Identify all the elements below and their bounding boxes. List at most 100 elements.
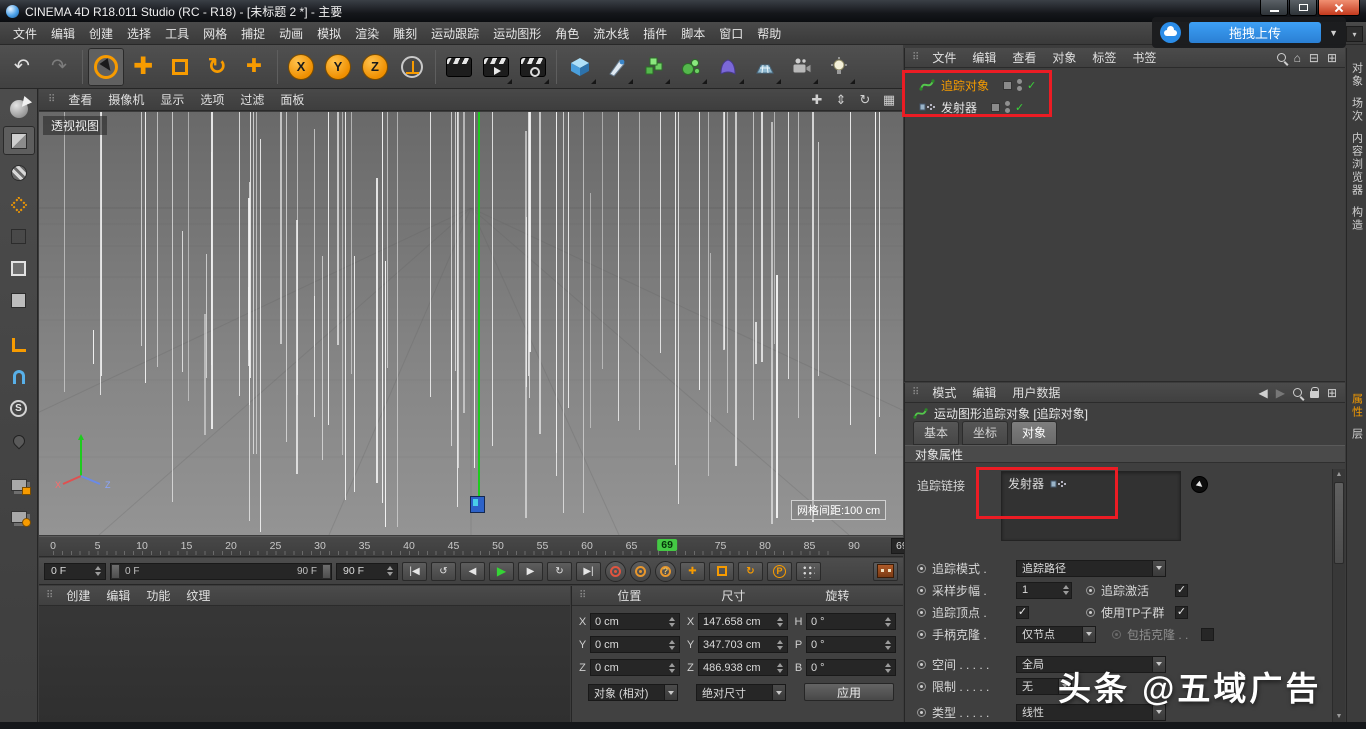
- trace-link-box[interactable]: 发射器: [1001, 471, 1181, 541]
- tab-basic[interactable]: 基本: [913, 421, 959, 445]
- texture-mode-button[interactable]: [3, 158, 35, 187]
- play-button[interactable]: ▶: [489, 562, 514, 581]
- rotation-h-field[interactable]: 0 °: [806, 613, 896, 630]
- undo-button[interactable]: ↶: [4, 48, 40, 86]
- timeline-tick[interactable]: 40: [403, 540, 415, 552]
- toggle-view-icon[interactable]: ▦: [881, 92, 897, 108]
- position-x-field[interactable]: 0 cm: [590, 613, 680, 630]
- trace-active-checkbox[interactable]: [1175, 584, 1188, 597]
- material-menu-item[interactable]: 纹理: [178, 586, 218, 605]
- render-picture-viewer-button[interactable]: [478, 48, 514, 86]
- handle-clone-dropdown[interactable]: 仅节点: [1016, 626, 1096, 643]
- timeline-current-frame-marker[interactable]: 69: [657, 539, 677, 551]
- keyframe-dot-icon[interactable]: [917, 608, 926, 617]
- dropdown-arrow-icon[interactable]: [772, 685, 785, 700]
- collapse-all-icon[interactable]: ⊟: [1309, 51, 1319, 65]
- goto-start-button[interactable]: |◀: [402, 562, 427, 581]
- menu-item[interactable]: 插件: [636, 22, 674, 45]
- object-name[interactable]: 追踪对象: [941, 77, 989, 94]
- viewport-menu-item[interactable]: 选项: [192, 89, 232, 110]
- viewport-menu-item[interactable]: 查看: [60, 89, 100, 110]
- timeline-tick[interactable]: 85: [804, 540, 816, 552]
- apply-button[interactable]: 应用: [804, 683, 894, 701]
- menu-item[interactable]: 创建: [82, 22, 120, 45]
- keyframe-dot-icon[interactable]: [917, 564, 926, 573]
- visibility-dots-icon[interactable]: [1017, 79, 1022, 91]
- layout-preset-dropdown[interactable]: ▾: [1346, 26, 1363, 42]
- grip-icon[interactable]: ⠿: [912, 387, 919, 398]
- keyframe-dot-icon[interactable]: [917, 630, 926, 639]
- object-row-tracer[interactable]: 追踪对象: [905, 74, 1345, 96]
- timeline-tick[interactable]: 80: [759, 540, 771, 552]
- next-frame-button[interactable]: ▶: [518, 562, 543, 581]
- timeline-tick[interactable]: 55: [537, 540, 549, 552]
- keyframe-dot-icon[interactable]: [917, 660, 926, 669]
- trace-mode-dropdown[interactable]: 追踪路径: [1016, 560, 1166, 577]
- mograph-cloner-button[interactable]: [636, 48, 672, 86]
- camera-button[interactable]: [784, 48, 820, 86]
- chevron-down-icon[interactable]: ▼: [1329, 28, 1338, 38]
- menu-item[interactable]: 脚本: [674, 22, 712, 45]
- menu-item[interactable]: 窗口: [712, 22, 750, 45]
- timeline-tick[interactable]: 10: [136, 540, 148, 552]
- spinner-icon[interactable]: [775, 663, 785, 673]
- tab-coordinates[interactable]: 坐标: [962, 421, 1008, 445]
- spinner-icon[interactable]: [667, 617, 677, 627]
- history-forward-icon[interactable]: ▶: [1276, 386, 1285, 400]
- size-y-field[interactable]: 347.703 cm: [698, 636, 788, 653]
- timeline-tick[interactable]: 50: [492, 540, 504, 552]
- object-row-emitter[interactable]: 发射器: [905, 96, 1345, 118]
- spinner-icon[interactable]: [775, 640, 785, 650]
- position-y-field[interactable]: 0 cm: [590, 636, 680, 653]
- prev-frame-button[interactable]: ◀: [460, 562, 485, 581]
- add-cube-button[interactable]: [562, 48, 598, 86]
- view-label[interactable]: 透视视图: [43, 116, 107, 135]
- spinner-icon[interactable]: [883, 617, 893, 627]
- keyframe-selection-panel-button[interactable]: [873, 562, 898, 581]
- timeline-tick[interactable]: 35: [359, 540, 371, 552]
- make-editable-button[interactable]: [3, 94, 35, 123]
- material-list[interactable]: [39, 606, 570, 721]
- menu-item[interactable]: 角色: [548, 22, 586, 45]
- paint-mode-button[interactable]: [3, 426, 35, 455]
- object-manager-menu-item[interactable]: 文件: [924, 48, 964, 67]
- autokey-button[interactable]: [630, 561, 651, 582]
- layer-chip-icon[interactable]: [1003, 81, 1012, 90]
- redo-button[interactable]: ↷: [41, 48, 77, 86]
- mograph-effector-button[interactable]: [673, 48, 709, 86]
- viewport-solo-button[interactable]: [3, 502, 35, 531]
- side-tab[interactable]: 场次: [1349, 97, 1365, 123]
- spinner-icon[interactable]: [667, 663, 677, 673]
- range-end-grip[interactable]: [322, 564, 331, 579]
- z-axis-lock-button[interactable]: Z: [357, 48, 393, 86]
- polygons-mode-button[interactable]: [3, 286, 35, 315]
- transform-mode-dropdown[interactable]: 对象 (相对): [588, 684, 678, 701]
- viewport-menu-item[interactable]: 显示: [152, 89, 192, 110]
- record-rotation-button[interactable]: ↻: [738, 562, 763, 581]
- side-tab-attributes[interactable]: 属性: [1349, 393, 1365, 419]
- scroll-up-icon[interactable]: ▲: [1333, 469, 1345, 480]
- enable-axis-button[interactable]: [3, 330, 35, 359]
- new-panel-icon[interactable]: ⊞: [1327, 386, 1337, 400]
- record-scale-button[interactable]: [709, 562, 734, 581]
- timeline-tick[interactable]: 90: [848, 540, 860, 552]
- enabled-check-icon[interactable]: [1015, 101, 1024, 114]
- viewport-menu-item[interactable]: 摄像机: [100, 89, 152, 110]
- home-icon[interactable]: ⌂: [1294, 51, 1301, 65]
- object-manager-menu-item[interactable]: 编辑: [964, 48, 1004, 67]
- scroll-down-icon[interactable]: ▼: [1333, 711, 1345, 722]
- keyframe-dot-icon[interactable]: [1086, 608, 1095, 617]
- material-menu-item[interactable]: 编辑: [98, 586, 138, 605]
- sample-step-field[interactable]: 1: [1016, 582, 1072, 599]
- timeline-tick[interactable]: 45: [448, 540, 460, 552]
- timeline-tick[interactable]: 30: [314, 540, 326, 552]
- expand-all-icon[interactable]: ⊞: [1327, 51, 1337, 65]
- minimize-button[interactable]: [1260, 0, 1288, 16]
- end-frame-field[interactable]: 90 F: [336, 563, 398, 580]
- grip-icon[interactable]: ⠿: [579, 590, 586, 601]
- side-tab-layers[interactable]: 层: [1349, 428, 1365, 441]
- size-mode-dropdown[interactable]: 绝对尺寸: [696, 684, 786, 701]
- zoom-view-icon[interactable]: ⇕: [833, 92, 849, 108]
- object-manager-menu-item[interactable]: 标签: [1084, 48, 1124, 67]
- attribute-menu-item[interactable]: 模式: [924, 383, 964, 402]
